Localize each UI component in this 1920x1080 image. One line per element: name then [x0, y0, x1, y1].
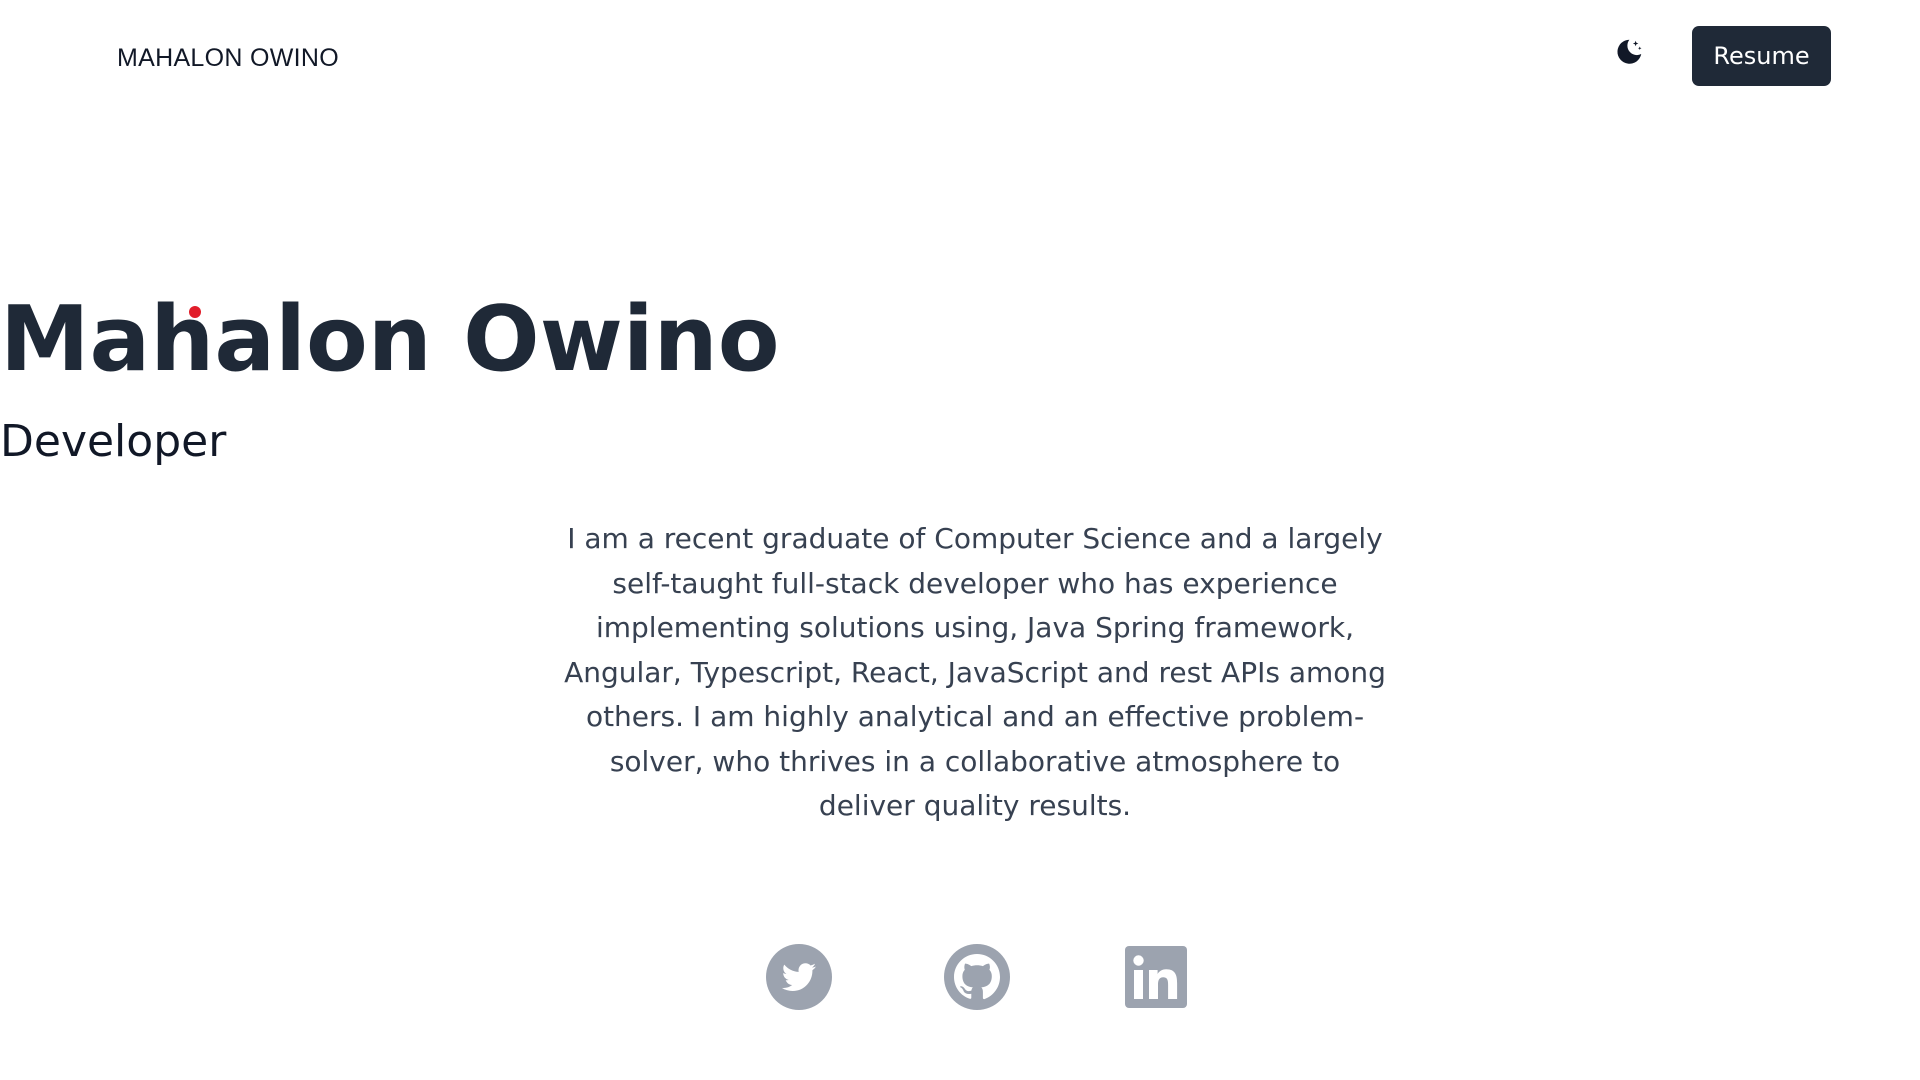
linkedin-link[interactable]	[1121, 942, 1191, 1012]
github-link[interactable]	[942, 942, 1012, 1012]
hero-name: Mahalon Owino	[0, 287, 780, 392]
brand-logo-link[interactable]: MAHALON OWINO	[117, 44, 339, 73]
linkedin-icon	[1125, 946, 1187, 1008]
hero-role: Developer	[0, 416, 227, 467]
hero-bio: I am a recent graduate of Computer Scien…	[564, 522, 1386, 822]
resume-button[interactable]: Resume	[1692, 26, 1831, 86]
theme-toggle-button[interactable]	[1611, 34, 1647, 70]
twitter-link[interactable]	[764, 942, 834, 1012]
page: MAHALON OWINO Resume Mahalon Owino Devel…	[0, 0, 1920, 1080]
github-icon	[944, 944, 1010, 1010]
social-links	[0, 942, 1920, 1012]
twitter-icon	[766, 944, 832, 1010]
moon-stars-icon	[1617, 39, 1642, 64]
